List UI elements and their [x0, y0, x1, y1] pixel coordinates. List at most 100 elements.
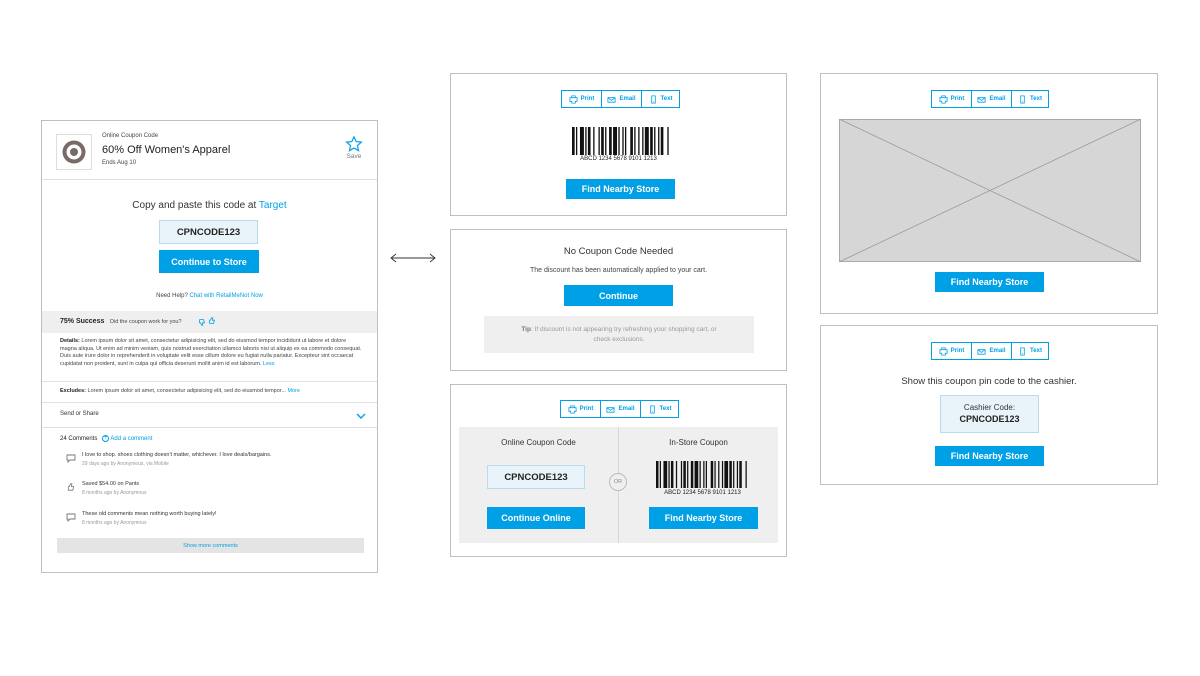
- email-label: Email: [989, 348, 1006, 354]
- thumbs-up-icon[interactable]: [208, 317, 216, 325]
- comment-meta: 8 months ago by Anonymous: [82, 490, 147, 496]
- tip-label: Tip: [521, 326, 531, 333]
- no-code-card: No Coupon Code Needed The discount has b…: [450, 229, 787, 371]
- plus-circle-icon: +: [102, 435, 110, 442]
- find-nearby-store-button[interactable]: Find Nearby Store: [935, 272, 1044, 292]
- tip-box: Tip: If discount is not appearing try re…: [484, 316, 754, 353]
- offer-ends: Ends Aug 10: [102, 160, 137, 166]
- help-prefix: Need Help?: [156, 293, 188, 299]
- continue-online-button[interactable]: Continue Online: [487, 507, 585, 529]
- offer-detail-card: Online Coupon Code 60% Off Women's Appar…: [41, 120, 378, 573]
- online-coupon-code-box[interactable]: CPNCODE123: [487, 465, 585, 489]
- barcode-bar: [622, 127, 624, 155]
- chat-link[interactable]: Chat with RetailMeNot Now: [190, 293, 263, 299]
- barcode-image: [572, 127, 669, 155]
- success-rate: 75% Success: [60, 318, 105, 325]
- text-label: Text: [1030, 348, 1042, 354]
- combo-panel: Online Coupon Code CPNCODE123 Continue O…: [459, 427, 778, 543]
- barcode-bar: [624, 127, 627, 155]
- email-button[interactable]: Email: [972, 91, 1012, 107]
- barcode-bar: [575, 127, 578, 155]
- save-label: Save: [346, 153, 362, 160]
- chevron-down-icon: [356, 413, 366, 419]
- barcode-bar: [663, 461, 668, 488]
- barcode-bar: [613, 127, 618, 155]
- divider: [42, 427, 377, 428]
- print-button[interactable]: Print: [932, 343, 972, 359]
- barcode-bar: [654, 127, 656, 155]
- text-button[interactable]: Text: [641, 401, 678, 417]
- save-button[interactable]: Save: [342, 135, 366, 165]
- continue-button[interactable]: Continue: [564, 285, 673, 306]
- envelope-icon: [977, 96, 986, 103]
- text-button[interactable]: Text: [1012, 91, 1048, 107]
- barcode-bar: [703, 461, 705, 488]
- thumbs-down-icon[interactable]: [198, 318, 206, 326]
- print-button[interactable]: Print: [561, 401, 601, 417]
- comment-item: Saved $54.00 on Pants 8 months ago by An…: [64, 481, 364, 501]
- add-comment-label: Add a comment: [110, 436, 153, 443]
- coupon-image-placeholder: [839, 119, 1141, 262]
- copy-prefix: Copy and paste this code at: [132, 200, 257, 211]
- find-nearby-store-button[interactable]: Find Nearby Store: [566, 179, 675, 199]
- share-options: Print Email Text: [561, 90, 680, 108]
- details-text: Lorem ipsum dolor sit amet, consectetur …: [60, 338, 362, 367]
- email-label: Email: [989, 96, 1006, 102]
- cashier-code-box[interactable]: Cashier Code: CPNCODE123: [940, 395, 1039, 433]
- print-label: Print: [950, 348, 965, 354]
- send-share-label: Send or Share: [60, 411, 99, 417]
- cashier-code-label: Cashier Code:: [963, 403, 1016, 412]
- feedback-bar: 75% Success Did the coupon work for you?: [42, 311, 377, 333]
- barcode-bar: [745, 461, 747, 488]
- image-coupon-card: Print Email Text Find Nearby Store: [820, 73, 1158, 314]
- continue-to-store-button[interactable]: Continue to Store: [159, 250, 259, 273]
- text-label: Text: [1030, 96, 1042, 102]
- barcode-bar: [724, 461, 729, 488]
- comment-meta: 29 days ago by Anonymous, via Mobile: [82, 461, 169, 467]
- details-less-link[interactable]: Less: [263, 361, 275, 367]
- print-label: Print: [950, 96, 965, 102]
- send-share-row[interactable]: Send or Share: [42, 403, 377, 427]
- barcode-bar: [609, 127, 612, 155]
- store-logo: [56, 134, 92, 170]
- printer-icon: [939, 346, 948, 356]
- envelope-icon: [606, 406, 615, 413]
- print-button[interactable]: Print: [562, 91, 602, 107]
- no-code-desc: The discount has been automatically appl…: [529, 267, 708, 274]
- text-button[interactable]: Text: [642, 91, 679, 107]
- barcode-bar: [572, 127, 575, 155]
- print-button[interactable]: Print: [932, 91, 972, 107]
- no-code-title: No Coupon Code Needed: [563, 246, 674, 257]
- printer-icon: [939, 94, 948, 104]
- target-logo-icon: [62, 140, 86, 164]
- double-arrow-icon: [390, 253, 436, 263]
- barcode-bar: [598, 127, 600, 155]
- text-label: Text: [659, 406, 672, 412]
- store-link[interactable]: Target: [259, 200, 287, 211]
- find-nearby-store-button[interactable]: Find Nearby Store: [935, 446, 1044, 466]
- excludes-more-link[interactable]: More: [287, 388, 300, 394]
- comment-icon: [66, 513, 76, 522]
- coupon-code-box[interactable]: CPNCODE123: [159, 220, 258, 244]
- pin-instruction: Show this coupon pin code to the cashier…: [901, 376, 1077, 387]
- share-options: Print Email Text: [560, 400, 679, 418]
- phone-icon: [650, 94, 656, 104]
- email-button[interactable]: Email: [602, 91, 642, 107]
- text-button[interactable]: Text: [1012, 343, 1048, 359]
- add-comment-link[interactable]: + Add a comment: [102, 435, 153, 443]
- print-label: Print: [579, 406, 594, 412]
- barcode-bar: [736, 461, 739, 488]
- feedback-question: Did the coupon work for you?: [110, 319, 182, 325]
- find-nearby-store-button[interactable]: Find Nearby Store: [649, 507, 758, 529]
- divider: [42, 179, 377, 180]
- comment-text: I love to shop. shoes clothing doesn't m…: [82, 452, 272, 458]
- cashier-pin-card: Print Email Text Show this coupon pin co…: [820, 325, 1158, 485]
- thumbs-up-icon: [67, 483, 75, 491]
- barcode-bar: [739, 461, 742, 488]
- email-button[interactable]: Email: [601, 401, 641, 417]
- show-more-comments-button[interactable]: Show more comments: [57, 538, 364, 553]
- printer-icon: [569, 94, 578, 104]
- comment-text: These old comments mean nothing worth bu…: [82, 511, 217, 517]
- envelope-icon: [977, 348, 986, 355]
- email-button[interactable]: Email: [972, 343, 1012, 359]
